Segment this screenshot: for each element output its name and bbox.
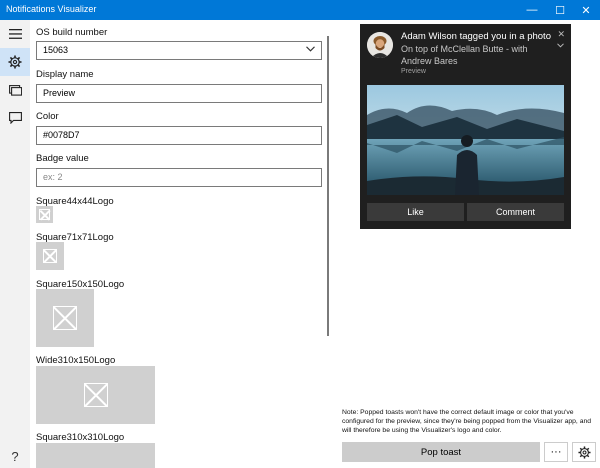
nav-tiles[interactable] bbox=[0, 76, 30, 104]
like-button[interactable]: Like bbox=[367, 203, 464, 221]
toast-body: On top of McClellan Butte - with Andrew … bbox=[401, 44, 551, 67]
image-placeholder-icon bbox=[83, 383, 108, 407]
hamburger-button[interactable] bbox=[0, 20, 30, 48]
toast-hero-image bbox=[367, 85, 564, 195]
chevron-down-icon bbox=[306, 46, 315, 52]
logo-picker-71[interactable] bbox=[36, 242, 64, 270]
os-build-label: OS build number bbox=[36, 27, 108, 38]
settings-panel: OS build number 15063 Display name Previ… bbox=[30, 20, 330, 468]
nav-rail: ? bbox=[0, 20, 30, 468]
toast-close-icon[interactable]: ✕ bbox=[557, 29, 565, 40]
toast-settings-button[interactable] bbox=[572, 442, 596, 462]
hamburger-icon bbox=[8, 29, 22, 39]
nav-chat[interactable] bbox=[0, 104, 30, 132]
pop-toast-button[interactable]: Pop toast bbox=[342, 442, 540, 462]
os-build-value: 15063 bbox=[43, 45, 69, 55]
logo-label-310: Square310x310Logo bbox=[36, 432, 125, 443]
avatar bbox=[367, 32, 393, 58]
help-button[interactable]: ? bbox=[0, 449, 30, 464]
title-bar: Notifications Visualizer — ☐ ✕ bbox=[0, 0, 600, 20]
nav-settings[interactable] bbox=[0, 48, 30, 76]
display-name-label: Display name bbox=[36, 69, 94, 80]
badge-label: Badge value bbox=[36, 153, 89, 164]
maximize-button[interactable]: ☐ bbox=[546, 0, 574, 20]
toast-body-line: Andrew Bares bbox=[401, 55, 458, 66]
toast-preview: Adam Wilson tagged you in a photo On top… bbox=[360, 24, 571, 229]
minimize-button[interactable]: — bbox=[518, 0, 546, 20]
badge-input[interactable]: ex: 2 bbox=[36, 168, 322, 187]
comment-button[interactable]: Comment bbox=[467, 203, 564, 221]
toast-attribution: Preview bbox=[401, 68, 426, 75]
image-placeholder-icon bbox=[53, 306, 77, 330]
close-button[interactable]: ✕ bbox=[572, 0, 600, 20]
settings-scrollbar[interactable] bbox=[327, 36, 329, 336]
display-name-input[interactable]: Preview bbox=[36, 84, 322, 103]
logo-picker-wide[interactable] bbox=[36, 366, 155, 424]
logo-label-wide: Wide310x150Logo bbox=[36, 355, 116, 366]
window-title: Notifications Visualizer bbox=[6, 4, 97, 14]
logo-picker-310[interactable] bbox=[36, 443, 155, 468]
more-button[interactable]: ··· bbox=[544, 442, 568, 462]
os-build-dropdown[interactable]: 15063 bbox=[36, 41, 322, 60]
chevron-down-icon[interactable] bbox=[557, 43, 564, 48]
color-input[interactable]: #0078D7 bbox=[36, 126, 322, 145]
image-placeholder-icon bbox=[39, 209, 50, 220]
chat-icon bbox=[8, 112, 22, 124]
logo-picker-44[interactable] bbox=[36, 206, 53, 223]
color-label: Color bbox=[36, 111, 59, 122]
logo-picker-150[interactable] bbox=[36, 289, 94, 347]
toast-body-line: On top of McClellan Butte - with bbox=[401, 44, 528, 54]
tiles-icon bbox=[8, 84, 22, 96]
popped-toast-note: Note: Popped toasts won't have the corre… bbox=[342, 409, 592, 434]
image-placeholder-icon bbox=[43, 249, 57, 263]
gear-icon bbox=[8, 55, 22, 69]
gear-icon bbox=[577, 445, 591, 459]
toast-title: Adam Wilson tagged you in a photo bbox=[401, 31, 551, 42]
